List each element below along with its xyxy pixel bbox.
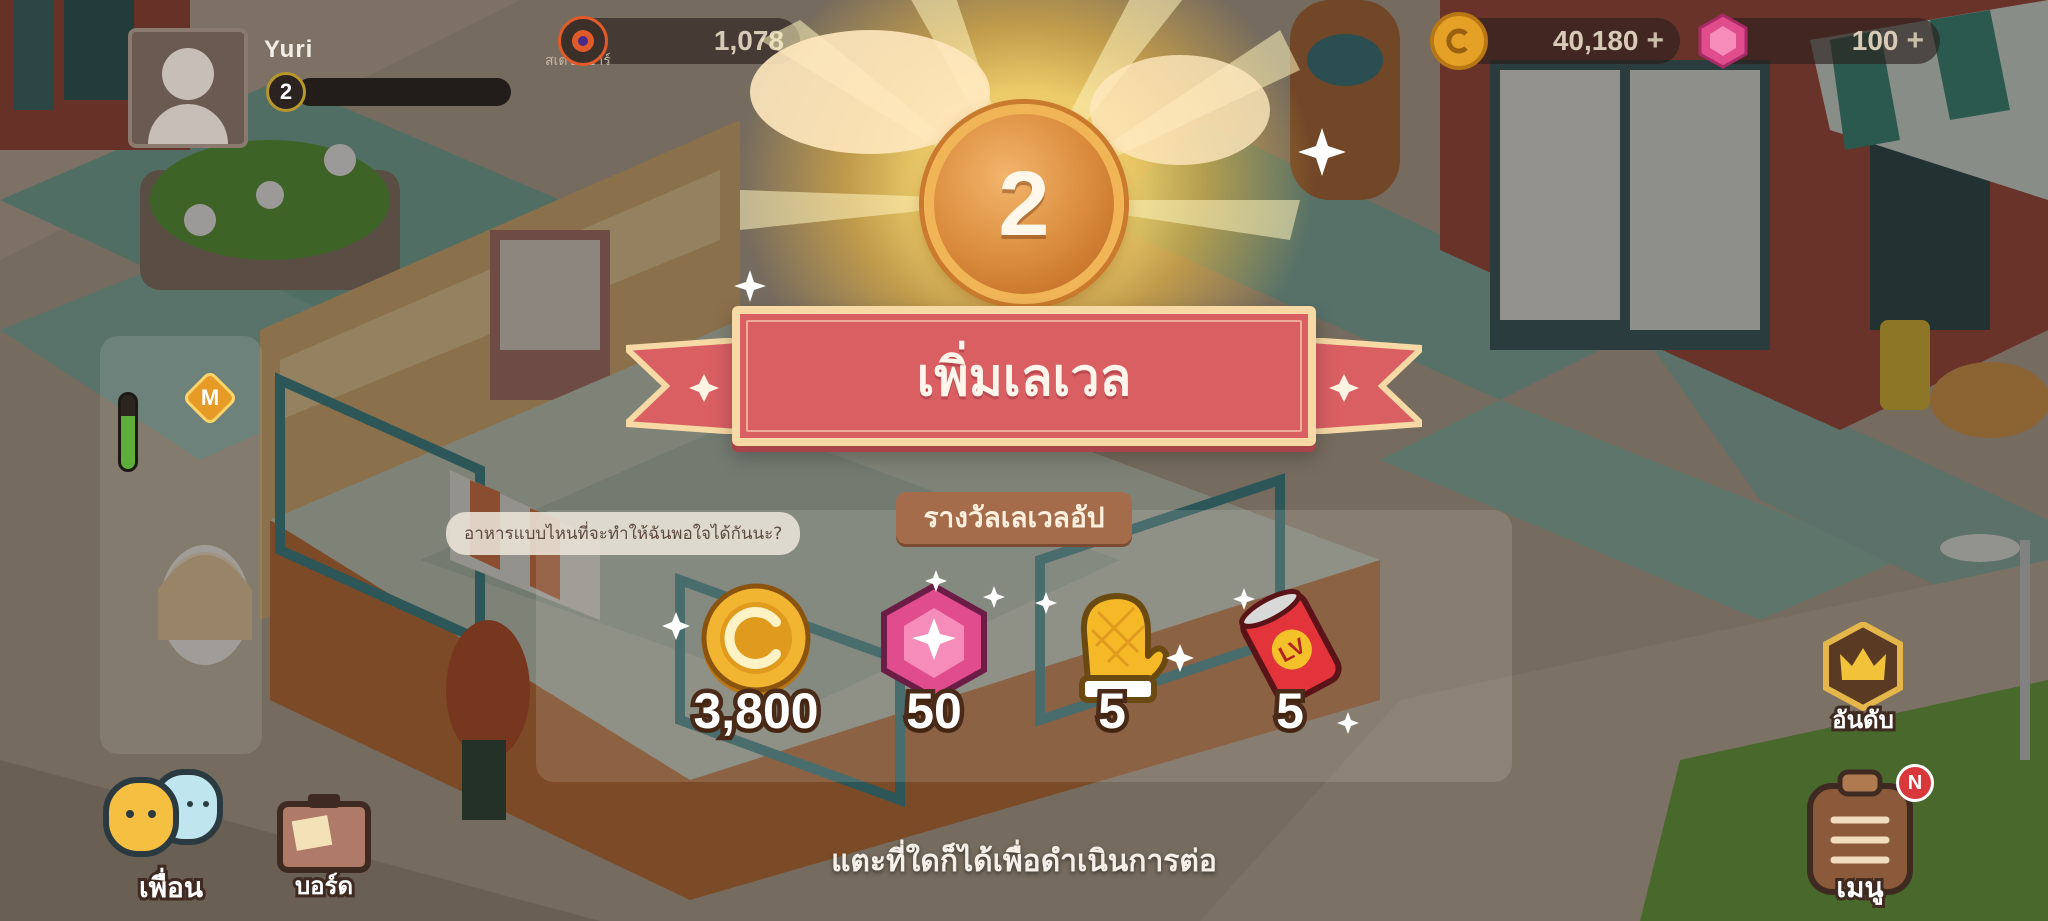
board-label[interactable]: บอร์ด — [264, 866, 384, 905]
new-level-number: 2 — [998, 152, 1050, 255]
reward-value-gems: 50 — [902, 679, 967, 744]
levelup-banner-text: เพิ่มเลเวล — [916, 347, 1132, 408]
coin-icon — [1430, 12, 1488, 70]
reward-value-oven-mitt: 5 — [1094, 679, 1131, 744]
reward-item-gems: 50 — [844, 582, 1024, 772]
reward-item-lv-energy-can: LV 5 — [1200, 582, 1380, 772]
level-medal: 2 — [924, 104, 1124, 304]
menu-new-badge: N — [1896, 764, 1934, 802]
reward-item-oven-mitt: 5 — [1022, 582, 1202, 772]
reward-value-lv-energy-can: 5 — [1272, 679, 1309, 744]
ranking-label[interactable]: อันดับ — [1798, 700, 1928, 739]
rewards-title: รางวัลเลเวลอัป — [896, 492, 1132, 544]
station-badge-icon — [558, 16, 608, 66]
friends-icon[interactable] — [100, 762, 230, 872]
customer-speech-bubble: อาหารแบบไหนที่จะทำให้ฉันพอใจได้กันนะ? — [446, 512, 801, 555]
energy-gauge-fill — [121, 415, 135, 469]
reward-value-coins: 3,800 — [689, 679, 823, 744]
player-level-badge: 2 — [266, 72, 306, 112]
mission-badge-letter: M — [200, 385, 220, 410]
glow-cloud-right — [1090, 55, 1270, 165]
gem-icon — [1694, 12, 1752, 70]
friends-label[interactable]: เพื่อน — [96, 866, 246, 910]
crown-icon[interactable] — [1818, 622, 1908, 712]
levelup-banner: เพิ่มเลเวล — [732, 306, 1316, 446]
reward-item-coins: 3,800 — [666, 582, 846, 772]
energy-gauge — [118, 392, 138, 472]
menu-label[interactable]: เมนู — [1800, 866, 1920, 910]
